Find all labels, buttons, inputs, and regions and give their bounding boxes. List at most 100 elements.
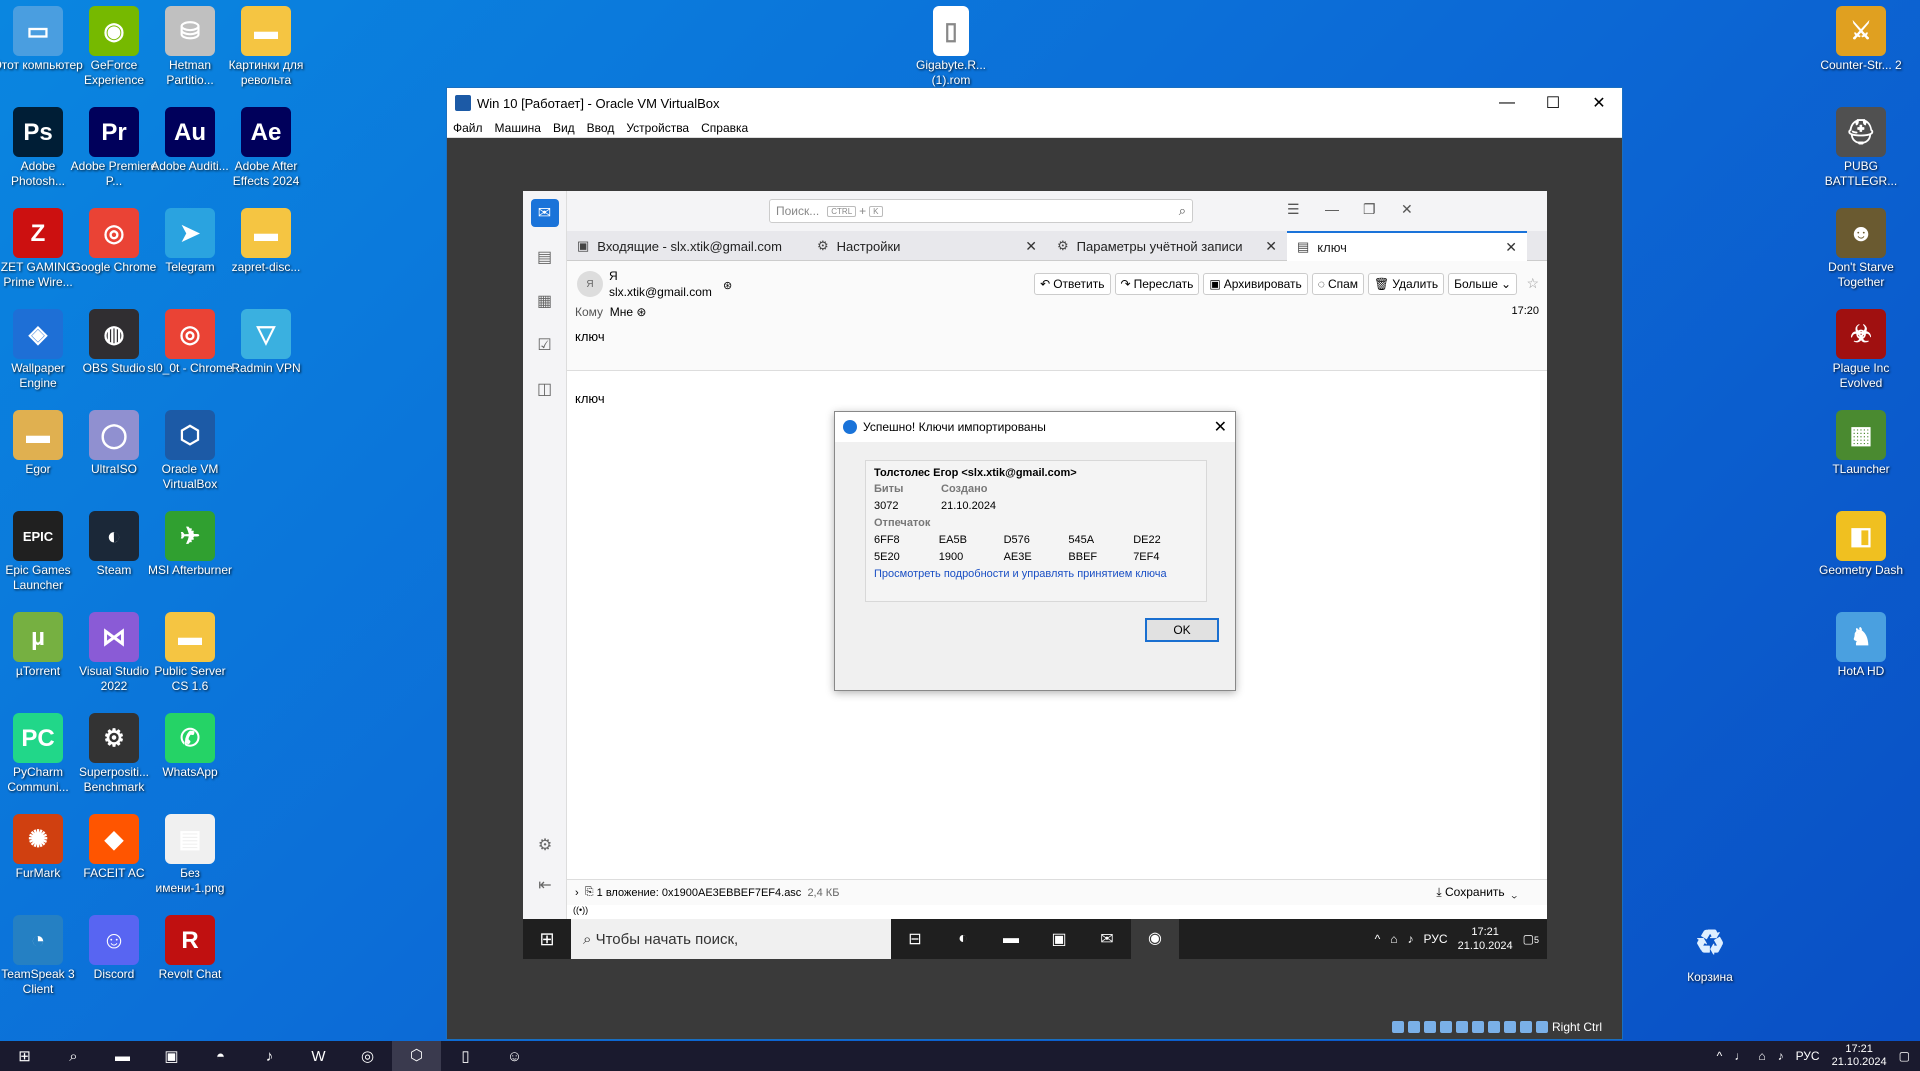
tray-chevron-icon[interactable]: ^ bbox=[1375, 932, 1381, 946]
search-input[interactable]: Поиск... CTRL + K ⌕ bbox=[769, 199, 1193, 223]
desktop-icon[interactable]: ✈ MSI Afterburner bbox=[145, 511, 235, 578]
address-book-icon[interactable]: ▤ bbox=[531, 243, 559, 271]
windows-start-icon[interactable]: ⊞ bbox=[523, 929, 571, 950]
network-icon[interactable]: ⌂ bbox=[1758, 1049, 1765, 1063]
game-icon[interactable]: ◓ bbox=[196, 1048, 245, 1065]
search-icon[interactable]: ⌕ bbox=[49, 1048, 98, 1065]
display-icon[interactable] bbox=[1487, 1021, 1500, 1033]
app-menu-icon[interactable]: ☰ bbox=[1287, 201, 1300, 218]
tab-account-settings[interactable]: ⚙ Параметры учётной записи ✕ bbox=[1047, 231, 1287, 261]
from-email[interactable]: slx.xtik@gmail.com bbox=[609, 285, 712, 299]
menu-machine[interactable]: Машина bbox=[495, 121, 541, 135]
desktop-icon[interactable]: ⬡ Oracle VM VirtualBox bbox=[145, 410, 235, 492]
tasks-icon[interactable]: ☑ bbox=[531, 331, 559, 359]
spam-button[interactable]: ◌ Спам bbox=[1311, 273, 1365, 295]
tab-inbox[interactable]: ▣ Входящие - slx.xtik@gmail.com bbox=[567, 231, 807, 261]
volume-icon[interactable]: ♪ bbox=[1408, 932, 1414, 946]
tray-chevron-icon[interactable]: ^ bbox=[1717, 1049, 1723, 1063]
maximize-button[interactable]: ☐ bbox=[1530, 88, 1576, 118]
network-icon[interactable] bbox=[1439, 1021, 1452, 1033]
tiktok-icon[interactable]: ♪ bbox=[245, 1048, 294, 1065]
desktop-icon[interactable]: ▤ Без имени-1.png bbox=[145, 814, 235, 896]
minimize-button[interactable]: — bbox=[1325, 201, 1339, 217]
chat-icon[interactable]: ◫ bbox=[531, 375, 559, 403]
desktop-icon[interactable]: ⛑ PUBG BATTLEGR... bbox=[1816, 107, 1906, 189]
desktop-icon[interactable]: ♞ HotA HD bbox=[1816, 612, 1906, 679]
discord-icon[interactable]: ☺ bbox=[490, 1048, 539, 1065]
restore-button[interactable]: ❐ bbox=[1363, 201, 1376, 218]
usb-icon[interactable] bbox=[1455, 1021, 1468, 1033]
recycle-bin[interactable]: ♻ Корзина bbox=[1665, 918, 1755, 985]
close-button[interactable]: ✕ bbox=[1401, 201, 1413, 218]
desktop-icon[interactable]: ✆ WhatsApp bbox=[145, 713, 235, 780]
menu-help[interactable]: Справка bbox=[701, 121, 748, 135]
explorer-icon[interactable]: ▬ bbox=[987, 930, 1035, 948]
clock[interactable]: 17:21 21.10.2024 bbox=[1458, 925, 1513, 953]
volume-icon[interactable]: ♪ bbox=[1778, 1049, 1784, 1063]
settings-gear-icon[interactable]: ⚙ bbox=[531, 831, 559, 859]
taskbar-search[interactable]: ⌕ Чтобы начать поиск, bbox=[571, 919, 891, 959]
desktop-icon[interactable]: ▬ Public Server CS 1.6 bbox=[145, 612, 235, 694]
menu-file[interactable]: Файл bbox=[453, 121, 483, 135]
desktop-icon[interactable]: ▬ zapret-disc... bbox=[221, 208, 311, 275]
lock-icon[interactable]: ▯ bbox=[441, 1047, 490, 1065]
more-button[interactable]: Больше ⌄ bbox=[1448, 273, 1517, 295]
menu-devices[interactable]: Устройства bbox=[626, 121, 689, 135]
clock[interactable]: 17:21 21.10.2024 bbox=[1832, 1043, 1887, 1069]
store-icon[interactable]: ▣ bbox=[1035, 929, 1083, 949]
tab-close-icon[interactable]: ✕ bbox=[1505, 239, 1517, 256]
desktop-icon[interactable]: ▦ TLauncher bbox=[1816, 410, 1906, 477]
desktop-icon[interactable]: ☣ Plague Inc Evolved bbox=[1816, 309, 1906, 391]
virtualbox-titlebar[interactable]: Win 10 [Работает] - Oracle VM VirtualBox… bbox=[447, 88, 1622, 118]
mail-icon[interactable]: ✉ bbox=[530, 199, 559, 227]
virtualbox-icon[interactable]: ⬡ bbox=[392, 1041, 441, 1071]
language-indicator[interactable]: РУС bbox=[1796, 1049, 1820, 1063]
key-details-link[interactable]: Просмотреть подробности и управлять прин… bbox=[874, 568, 1198, 580]
collapse-icon[interactable]: ⇤ bbox=[531, 871, 559, 899]
save-button[interactable]: ⤓ Сохранить ⌄ bbox=[1436, 885, 1517, 900]
desktop-icon[interactable]: ☻ Don't Starve Together bbox=[1816, 208, 1906, 290]
thunderbird-icon[interactable]: ◉ bbox=[1131, 919, 1179, 959]
chrome-icon[interactable]: ◎ bbox=[343, 1047, 392, 1065]
language-indicator[interactable]: РУС bbox=[1424, 932, 1448, 946]
desktop-icon[interactable]: R Revolt Chat bbox=[145, 915, 235, 982]
mail-icon[interactable]: ✉ bbox=[1083, 929, 1131, 949]
mouse-integration-icon[interactable] bbox=[1535, 1021, 1548, 1033]
microphone-icon[interactable]: ♩ bbox=[1734, 1049, 1746, 1063]
optical-icon[interactable] bbox=[1407, 1021, 1420, 1033]
hdd-icon[interactable] bbox=[1391, 1021, 1404, 1033]
attachment-bar[interactable]: › ⎘ 1 вложение: 0x1900AE3EBBEF7EF4.asc 2… bbox=[567, 879, 1547, 905]
shared-folder-icon[interactable] bbox=[1471, 1021, 1484, 1033]
word-icon[interactable]: W bbox=[294, 1048, 343, 1065]
task-view-icon[interactable]: ⊟ bbox=[891, 929, 939, 949]
windows-start-icon[interactable]: ⊞ bbox=[0, 1047, 49, 1065]
forward-button[interactable]: ↷ Переслать bbox=[1114, 273, 1200, 295]
desktop-file-rom[interactable]: ▯ Gigabyte.R... (1).rom bbox=[906, 6, 996, 88]
dialog-titlebar[interactable]: Успешно! Ключи импортированы ✕ bbox=[835, 412, 1235, 442]
notification-icon[interactable]: ▢5 bbox=[1523, 932, 1539, 946]
tab-settings[interactable]: ⚙ Настройки ✕ bbox=[807, 231, 1047, 261]
archive-button[interactable]: ▣ Архивировать bbox=[1203, 273, 1308, 295]
cpu-icon[interactable] bbox=[1519, 1021, 1532, 1033]
desktop-icon[interactable]: Ae Adobe After Effects 2024 bbox=[221, 107, 311, 189]
edge-icon[interactable]: ◐ bbox=[939, 930, 987, 948]
desktop-icon[interactable]: ◧ Geometry Dash bbox=[1816, 511, 1906, 578]
menu-input[interactable]: Ввод bbox=[587, 121, 615, 135]
tab-close-icon[interactable]: ✕ bbox=[1025, 238, 1037, 255]
delete-button[interactable]: 🗑 Удалить bbox=[1368, 273, 1445, 295]
reply-button[interactable]: ↶ Ответить bbox=[1034, 273, 1111, 295]
ok-button[interactable]: OK bbox=[1145, 618, 1219, 642]
close-button[interactable]: ✕ bbox=[1576, 88, 1622, 118]
search-icon[interactable]: ⌕ bbox=[1179, 203, 1186, 219]
explorer-icon[interactable]: ▬ bbox=[98, 1048, 147, 1065]
tab-message[interactable]: ▤ ключ ✕ bbox=[1287, 231, 1527, 261]
chevron-right-icon[interactable]: › bbox=[575, 887, 579, 899]
desktop-icon[interactable]: ▽ Radmin VPN bbox=[221, 309, 311, 376]
desktop-icon[interactable]: ▬ Картинки для револьта bbox=[221, 6, 311, 88]
star-icon[interactable]: ☆ bbox=[1526, 275, 1539, 292]
desktop-icon[interactable]: ⚔ Counter-Str... 2 bbox=[1816, 6, 1906, 73]
menu-view[interactable]: Вид bbox=[553, 121, 575, 135]
notification-icon[interactable]: ▢ bbox=[1899, 1049, 1910, 1063]
tab-close-icon[interactable]: ✕ bbox=[1265, 238, 1277, 255]
control-panel-icon[interactable]: ▣ bbox=[147, 1047, 196, 1065]
